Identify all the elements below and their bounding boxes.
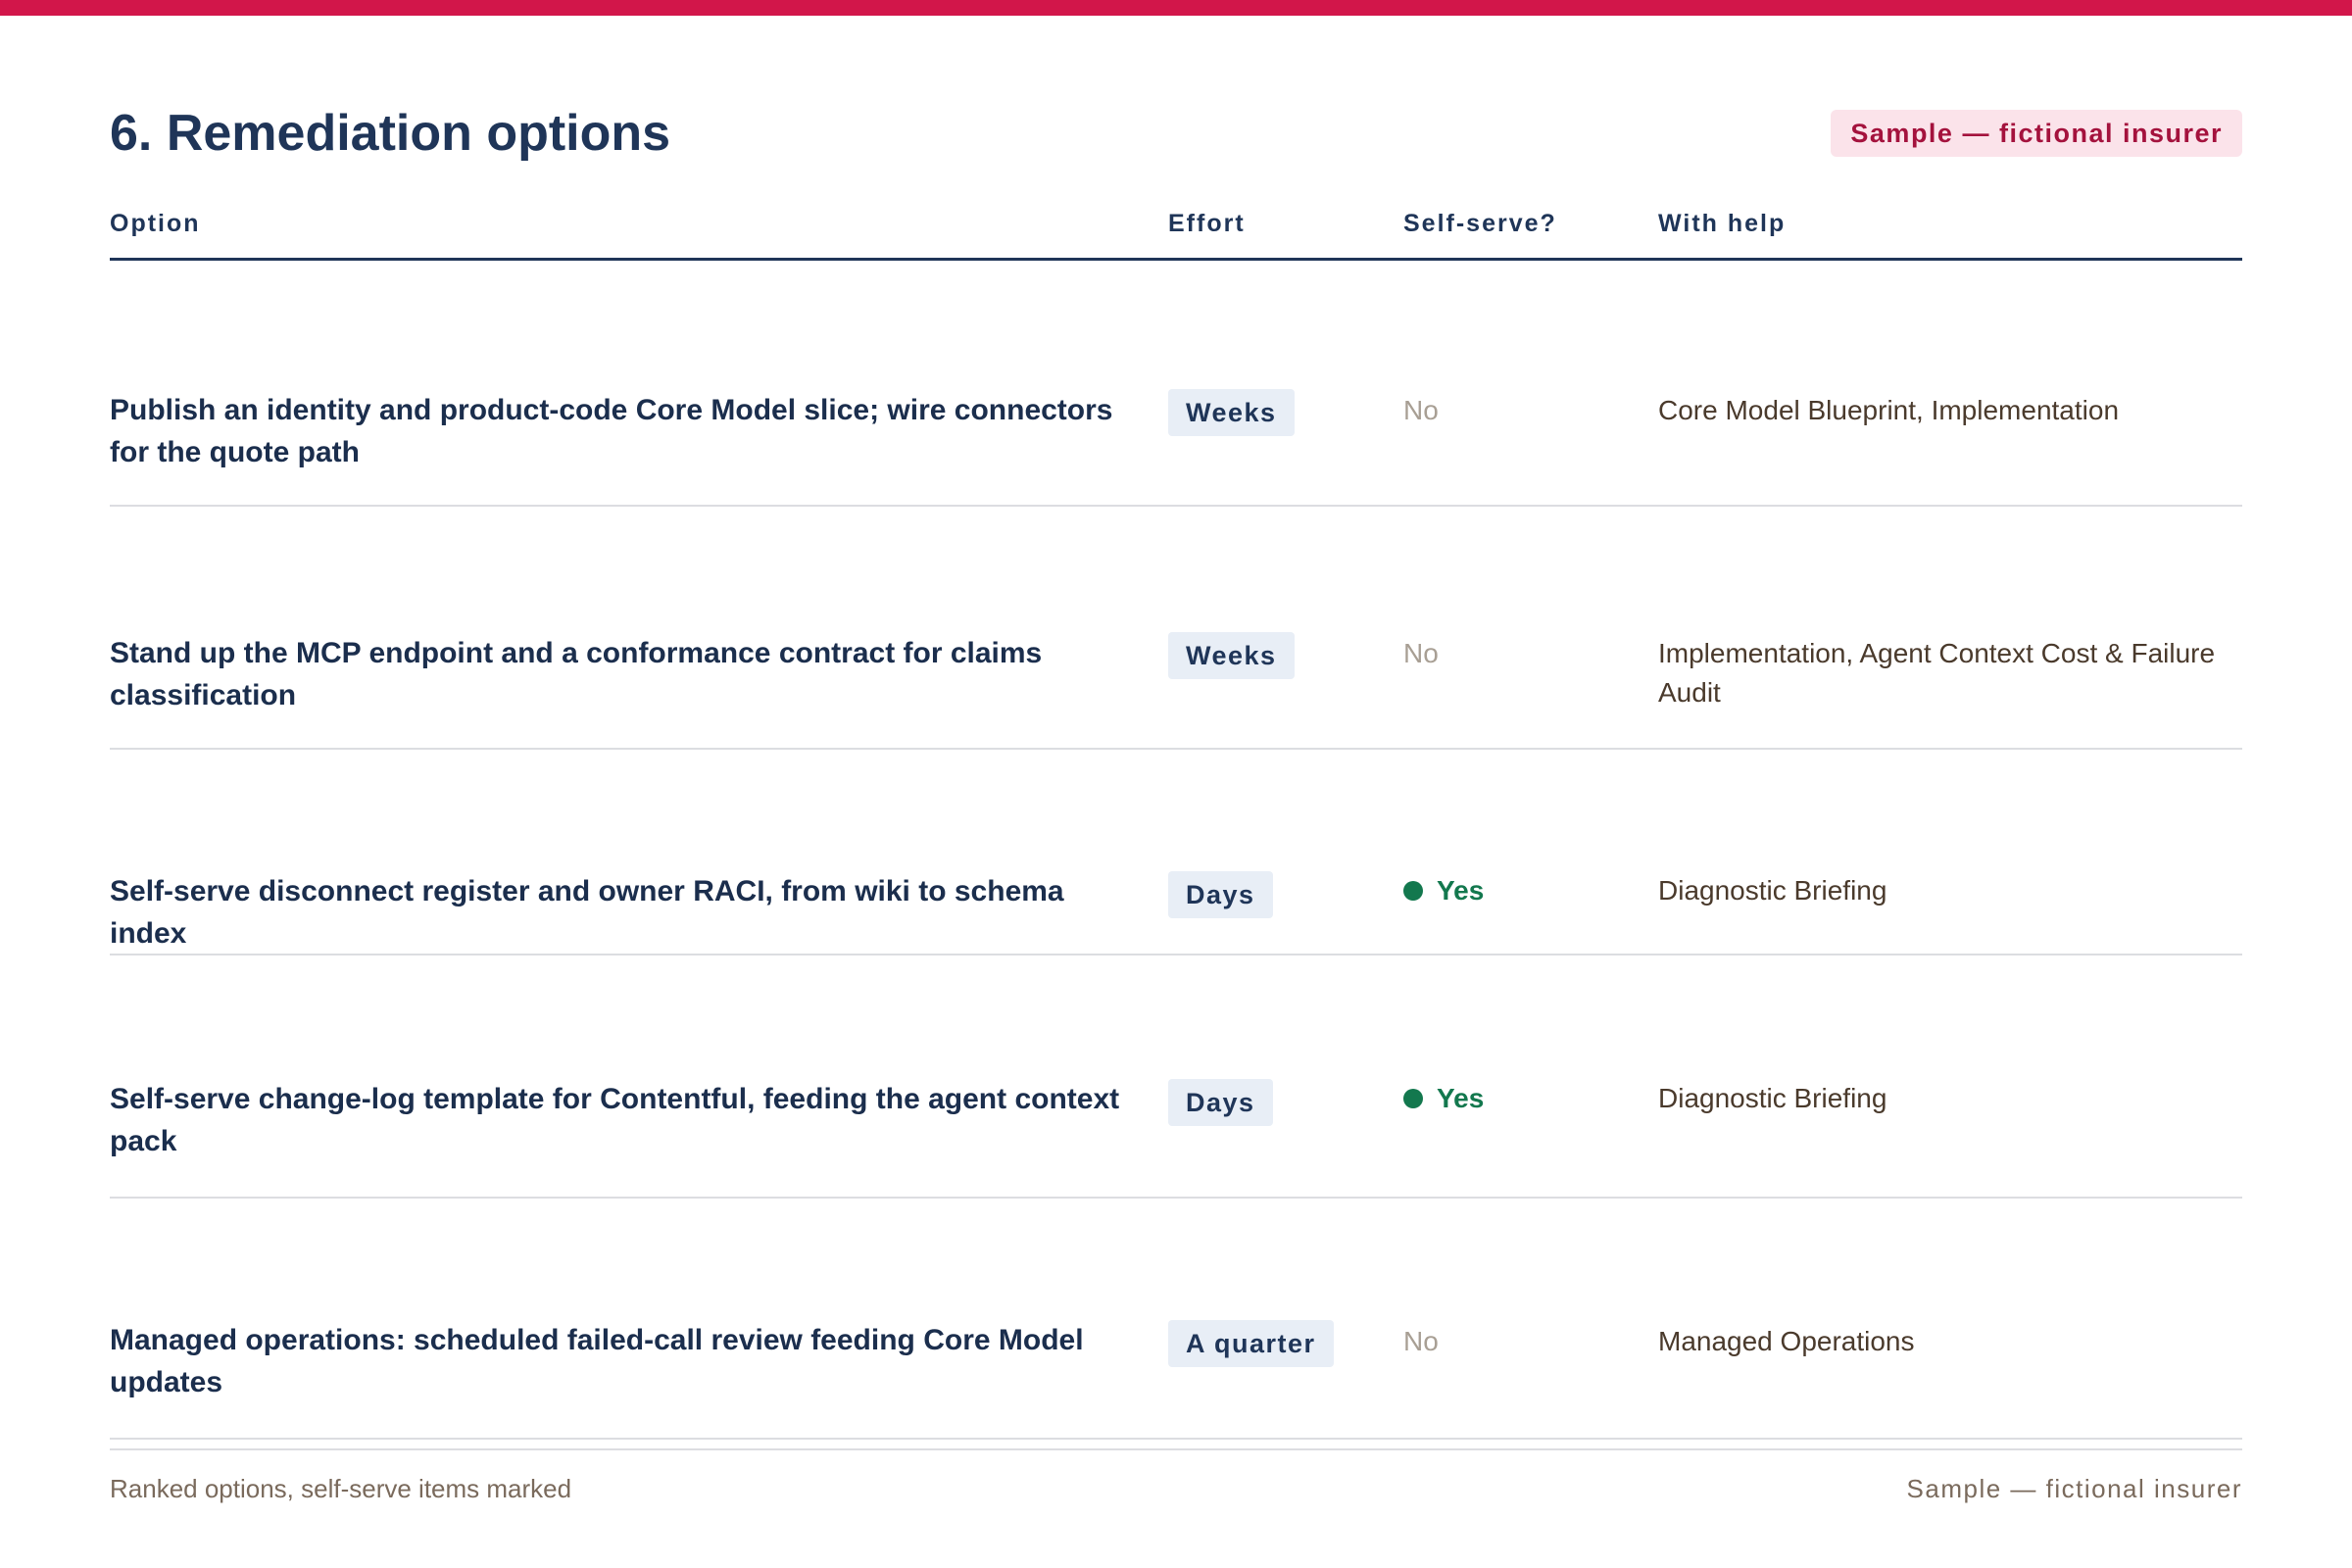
option-text: Managed operations: scheduled failed-cal… [110, 1324, 1084, 1398]
effort-badge: Days [1168, 871, 1273, 918]
option-text: Self-serve change-log template for Conte… [110, 1083, 1120, 1157]
option-text: Self-serve disconnect register and owner… [110, 875, 1064, 950]
column-header-with-help: With help [1658, 210, 1787, 237]
column-header-self-serve: Self-serve? [1403, 210, 1557, 237]
options-table-body: Publish an identity and product-code Cor… [110, 264, 2242, 1440]
sample-badge: Sample — fictional insurer [1831, 110, 2242, 157]
table-row: Stand up the MCP endpoint and a conforma… [110, 507, 2242, 750]
with-help-text: Diagnostic Briefing [1658, 1083, 1887, 1113]
self-serve-value: Yes [1403, 871, 1484, 910]
table-row: Managed operations: scheduled failed-cal… [110, 1199, 2242, 1440]
effort-badge: Weeks [1168, 632, 1295, 679]
table-row: Self-serve disconnect register and owner… [110, 750, 2242, 956]
table-row: Self-serve change-log template for Conte… [110, 956, 2242, 1199]
yes-dot-icon [1403, 1089, 1423, 1108]
with-help-text: Core Model Blueprint, Implementation [1658, 395, 2120, 425]
with-help-text: Diagnostic Briefing [1658, 875, 1887, 906]
footer-sample-note: Sample — fictional insurer [1906, 1474, 2242, 1503]
self-serve-value: Yes [1403, 1079, 1484, 1118]
self-serve-value: No [1403, 1326, 1439, 1356]
with-help-text: Managed Operations [1658, 1326, 1915, 1356]
column-header-effort: Effort [1168, 210, 1246, 237]
effort-badge: Days [1168, 1079, 1273, 1126]
table-header: Option Effort Self-serve? With help [110, 192, 2242, 261]
page-header: 6. Remediation options Sample — fictiona… [110, 84, 2242, 182]
column-header-option: Option [110, 210, 201, 237]
table-row: Publish an identity and product-code Cor… [110, 264, 2242, 507]
effort-badge: Weeks [1168, 389, 1295, 436]
footer-divider [110, 1448, 2242, 1450]
yes-dot-icon [1403, 881, 1423, 901]
with-help-text: Implementation, Agent Context Cost & Fai… [1658, 638, 2216, 708]
self-serve-value: No [1403, 395, 1439, 425]
self-serve-value: No [1403, 638, 1439, 668]
page-title: 6. Remediation options [110, 105, 671, 162]
effort-badge: A quarter [1168, 1320, 1334, 1367]
option-text: Publish an identity and product-code Cor… [110, 394, 1113, 468]
footer-caption: Ranked options, self-serve items marked [110, 1474, 572, 1503]
page: 6. Remediation options Sample — fictiona… [110, 16, 2242, 1568]
option-text: Stand up the MCP endpoint and a conforma… [110, 637, 1043, 711]
top-accent-bar [0, 0, 2352, 16]
